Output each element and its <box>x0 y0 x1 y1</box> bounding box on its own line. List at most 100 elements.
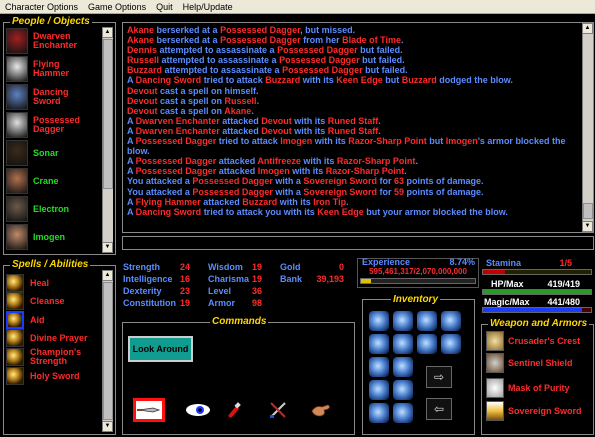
experience-label: Experience <box>362 257 411 267</box>
stat-gold-label: Gold <box>280 262 301 272</box>
stat-armor-value: 98 <box>251 298 262 308</box>
person-item[interactable]: Dancing Sword <box>6 83 100 111</box>
inventory-item[interactable] <box>393 311 413 331</box>
inventory-item[interactable] <box>393 357 413 377</box>
spell-aid[interactable]: Aid <box>6 311 92 329</box>
inventory-item[interactable] <box>441 311 461 331</box>
stat-strength-label: Strength <box>123 262 160 272</box>
equipment-slot-mask[interactable]: Mask of Purity <box>486 378 570 398</box>
scroll-down-arrow[interactable]: ▼ <box>102 421 113 432</box>
scroll-down-arrow[interactable]: ▼ <box>102 242 113 253</box>
weapons-title: Weapon and Armors <box>488 318 590 329</box>
spell-cleanse[interactable]: Cleanse <box>6 292 92 310</box>
inventory-item[interactable] <box>417 334 437 354</box>
scroll-thumb[interactable] <box>103 39 113 189</box>
people-scrollbar[interactable]: ▲ ▼ <box>102 27 113 253</box>
spell-divine-prayer[interactable]: Divine Prayer <box>6 329 92 347</box>
person-name: Flying Hammer <box>33 59 70 78</box>
combat-log: Akane berserked at a Possessed Dagger, b… <box>122 22 594 233</box>
crossed-swords-icon[interactable] <box>262 398 294 422</box>
spells-scrollbar[interactable]: ▲ ▼ <box>102 270 113 432</box>
person-name: Crane <box>33 175 59 186</box>
spell-holy-sword[interactable]: Holy Sword <box>6 367 92 385</box>
scroll-up-arrow[interactable]: ▲ <box>102 270 113 281</box>
person-item[interactable]: Dwarven Enchanter <box>6 27 100 55</box>
magic-value: 441/480 <box>547 297 580 307</box>
inventory-title: Inventory <box>391 294 441 305</box>
command-input[interactable] <box>122 236 594 250</box>
inventory-item[interactable] <box>369 334 389 354</box>
stamina-bar <box>482 269 592 275</box>
person-item[interactable]: Crane <box>6 167 100 195</box>
scroll-down-arrow[interactable]: ▼ <box>582 221 593 232</box>
hp-bar <box>482 289 592 295</box>
person-item[interactable]: Electron <box>6 195 100 223</box>
inventory-item[interactable] <box>393 334 413 354</box>
equipment-slot-crest[interactable]: Crusader's Crest <box>486 331 580 351</box>
menu-quit[interactable]: Quit <box>151 2 178 12</box>
magic-bar-fill <box>483 308 583 312</box>
stat-constitution-value: 19 <box>179 298 190 308</box>
log-line: Buzzard attempted to assassinate a Posse… <box>127 65 408 76</box>
inventory-item[interactable] <box>369 403 389 423</box>
scroll-up-arrow[interactable]: ▲ <box>582 23 593 34</box>
stat-constitution-label: Constitution <box>123 298 176 308</box>
aid-icon <box>6 311 24 329</box>
person-item[interactable]: Imogen <box>6 223 100 251</box>
magic-label: Magic/Max <box>484 297 530 307</box>
menu-character-options[interactable]: Character Options <box>0 2 83 12</box>
stat-strength-value: 24 <box>179 262 190 272</box>
inventory-item[interactable] <box>369 311 389 331</box>
commands-title: Commands <box>210 316 269 327</box>
log-line: A Dwarven Enchanter attacked Devout with… <box>127 115 381 126</box>
menu-game-options[interactable]: Game Options <box>83 2 151 12</box>
cleanse-icon <box>6 292 24 310</box>
unequip-button[interactable]: ⇦ <box>426 398 452 420</box>
person-name: Imogen <box>33 231 66 242</box>
equipment-slot-shield[interactable]: Sentinel Shield <box>486 353 573 373</box>
inventory-item[interactable] <box>393 380 413 400</box>
eye-icon[interactable] <box>182 398 214 422</box>
log-line: Devout cast a spell on himself. <box>127 85 259 96</box>
person-item[interactable]: Possessed Dagger <box>6 111 100 139</box>
scroll-thumb[interactable] <box>103 282 113 420</box>
equipment-slot-sword[interactable]: Sovereign Sword <box>486 401 582 421</box>
holy-sword-icon <box>6 367 24 385</box>
person-name: Sonar <box>33 147 59 158</box>
inventory-item[interactable] <box>369 380 389 400</box>
hand-icon[interactable] <box>305 398 337 422</box>
person-item[interactable]: Sonar <box>6 139 100 167</box>
scroll-up-arrow[interactable]: ▲ <box>102 27 113 38</box>
stamina-bar-fill <box>483 270 505 274</box>
spell-heal[interactable]: Heal <box>6 274 92 292</box>
equip-button[interactable]: ⇨ <box>426 366 452 388</box>
divine-prayer-icon <box>6 329 24 347</box>
imogen-portrait <box>6 224 28 250</box>
sonar-portrait <box>6 140 28 166</box>
arrow-right-icon: ⇨ <box>433 370 445 384</box>
stat-bank-label: Bank <box>280 274 303 284</box>
shield-icon <box>486 353 504 373</box>
stat-bank-value: 39,193 <box>316 274 344 284</box>
menu-help-update[interactable]: Help/Update <box>178 2 238 12</box>
stat-level-value: 36 <box>251 286 262 296</box>
person-item[interactable]: Flying Hammer <box>6 55 100 83</box>
log-line: A Possessed Dagger tried to attack Imoge… <box>127 136 566 147</box>
spell-champions-strength[interactable]: Champion's Strength <box>6 348 92 366</box>
person-name: Dancing Sword <box>33 87 69 106</box>
hp-label: HP/Max <box>491 279 524 289</box>
knife-icon[interactable] <box>133 398 165 422</box>
experience-percent: 8.74% <box>449 257 475 267</box>
hp-bar-fill <box>483 290 591 294</box>
inventory-item[interactable] <box>441 334 461 354</box>
scroll-thumb[interactable] <box>583 203 593 219</box>
person-item[interactable]: Echelon <box>6 251 100 252</box>
log-scrollbar[interactable]: ▲ ▼ <box>582 23 593 232</box>
log-line: A Possessed Dagger attacked Imogen with … <box>127 166 407 177</box>
inventory-item[interactable] <box>369 357 389 377</box>
person-name: Electron <box>33 203 70 214</box>
inventory-item[interactable] <box>417 311 437 331</box>
inventory-item[interactable] <box>393 403 413 423</box>
flask-icon[interactable] <box>218 398 250 422</box>
look-around-button[interactable]: Look Around <box>128 336 193 362</box>
